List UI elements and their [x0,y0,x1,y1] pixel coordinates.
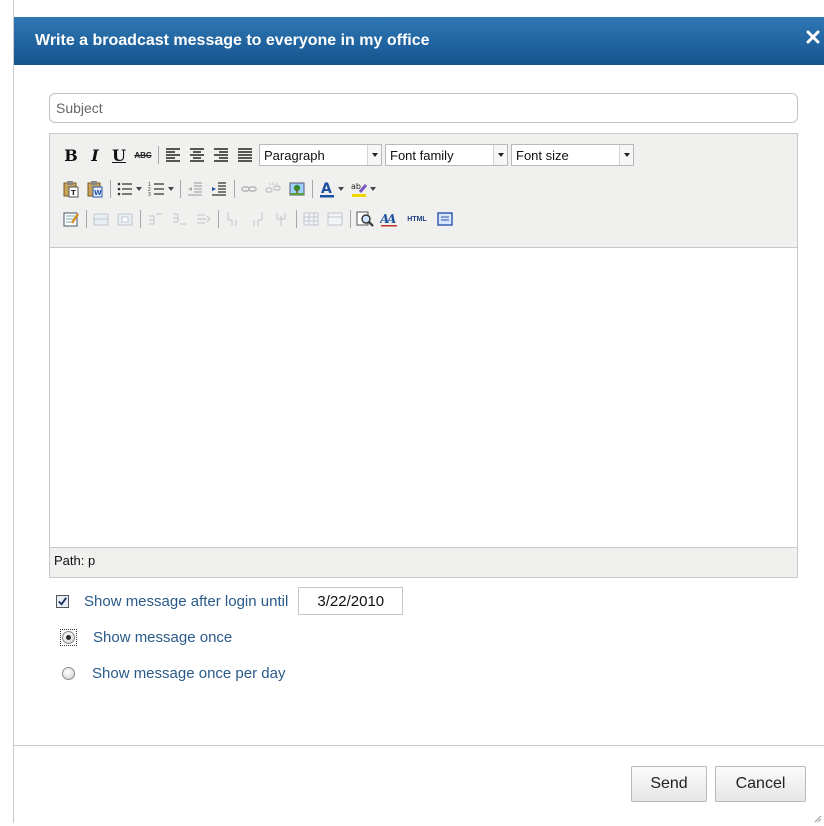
toolbar-separator [218,210,219,228]
underline-button[interactable]: U [109,145,129,165]
edit-css-icon[interactable] [61,209,81,229]
svg-text:T: T [71,189,76,197]
toolbar-separator [234,180,235,198]
svg-text:ab: ab [351,182,361,191]
delete-col-icon[interactable] [271,209,291,229]
block-format-select[interactable]: Paragraph [259,144,382,166]
outdent-icon[interactable] [185,179,205,199]
dialog-titlebar[interactable]: Write a broadcast message to everyone in… [14,17,824,65]
radio-once-row: Show message once [60,629,232,646]
svg-text:A: A [321,181,332,197]
editor-content-area[interactable] [50,247,797,548]
highlight-color-icon[interactable]: ab [349,179,377,199]
toolbar-row-formatting: B I U ABC Paragraph Font family Font siz… [50,142,797,168]
bullet-list-icon[interactable] [115,179,143,199]
preview-icon[interactable] [355,209,375,229]
show-after-login-label[interactable]: Show message after login until [84,593,288,610]
dialog-title: Write a broadcast message to everyone in… [35,32,430,49]
toolbar-row-insert: T W 123 A ab [50,176,797,202]
svg-text:W: W [94,189,102,197]
radio-show-once[interactable] [62,631,75,644]
toolbar-row-table: AA HTML [50,206,797,232]
font-size-select[interactable]: Font size [511,144,634,166]
toolbar-separator [158,146,159,164]
toolbar-separator [140,210,141,228]
close-icon[interactable] [806,30,820,44]
svg-text:A: A [386,212,396,226]
text-color-icon[interactable]: A [317,179,345,199]
paste-as-text-icon[interactable]: T [61,179,81,199]
toolbar-separator [312,180,313,198]
align-justify-icon[interactable] [235,145,255,165]
rich-text-editor: B I U ABC Paragraph Font family Font siz… [49,133,798,578]
row-props-icon[interactable] [91,209,111,229]
align-left-icon[interactable] [163,145,183,165]
split-cells-icon[interactable] [301,209,321,229]
radio-show-once-label[interactable]: Show message once [93,629,232,646]
paste-from-word-icon[interactable]: W [85,179,105,199]
svg-text:3: 3 [148,192,151,198]
radio-focus-ring [60,629,77,646]
until-date-input[interactable] [298,587,404,615]
editor-status-path: Path: p [54,553,96,568]
font-family-select[interactable]: Font family [385,144,508,166]
show-after-login-row: Show message after login until [56,587,404,615]
insert-row-before-icon[interactable] [145,209,165,229]
styles-icon[interactable]: AA [379,209,399,229]
numbered-list-icon[interactable]: 123 [147,179,175,199]
toolbar-separator [180,180,181,198]
insert-col-before-icon[interactable] [223,209,243,229]
radio-show-once-per-day-label[interactable]: Show message once per day [92,665,285,682]
strikethrough-button[interactable]: ABC [133,145,153,165]
toolbar-separator [350,210,351,228]
cell-props-icon[interactable] [115,209,135,229]
insert-col-after-icon[interactable] [247,209,267,229]
italic-button[interactable]: I [85,145,105,165]
insert-row-after-icon[interactable] [169,209,189,229]
toolbar-separator [86,210,87,228]
merge-cells-icon[interactable] [325,209,345,229]
fullscreen-icon[interactable] [435,209,455,229]
image-icon[interactable] [287,179,307,199]
subject-input[interactable] [49,93,798,123]
resize-grip-icon[interactable] [812,811,822,823]
chevron-down-icon [367,145,381,165]
dialog-left-border [13,0,14,823]
chevron-down-icon [619,145,633,165]
toolbar-separator [296,210,297,228]
footer-divider [14,745,824,746]
unlink-icon[interactable] [263,179,283,199]
radio-show-once-per-day[interactable] [62,667,75,680]
align-center-icon[interactable] [187,145,207,165]
cancel-button[interactable]: Cancel [715,766,806,802]
align-right-icon[interactable] [211,145,231,165]
link-icon[interactable] [239,179,259,199]
bold-button[interactable]: B [61,145,81,165]
delete-row-icon[interactable] [193,209,213,229]
send-button[interactable]: Send [631,766,707,802]
chevron-down-icon [493,145,507,165]
html-source-button[interactable]: HTML [403,209,431,229]
broadcast-dialog: Write a broadcast message to everyone in… [0,0,824,823]
indent-icon[interactable] [209,179,229,199]
toolbar-separator [110,180,111,198]
radio-once-per-day-row: Show message once per day [62,665,285,682]
show-after-login-checkbox[interactable] [56,594,69,608]
